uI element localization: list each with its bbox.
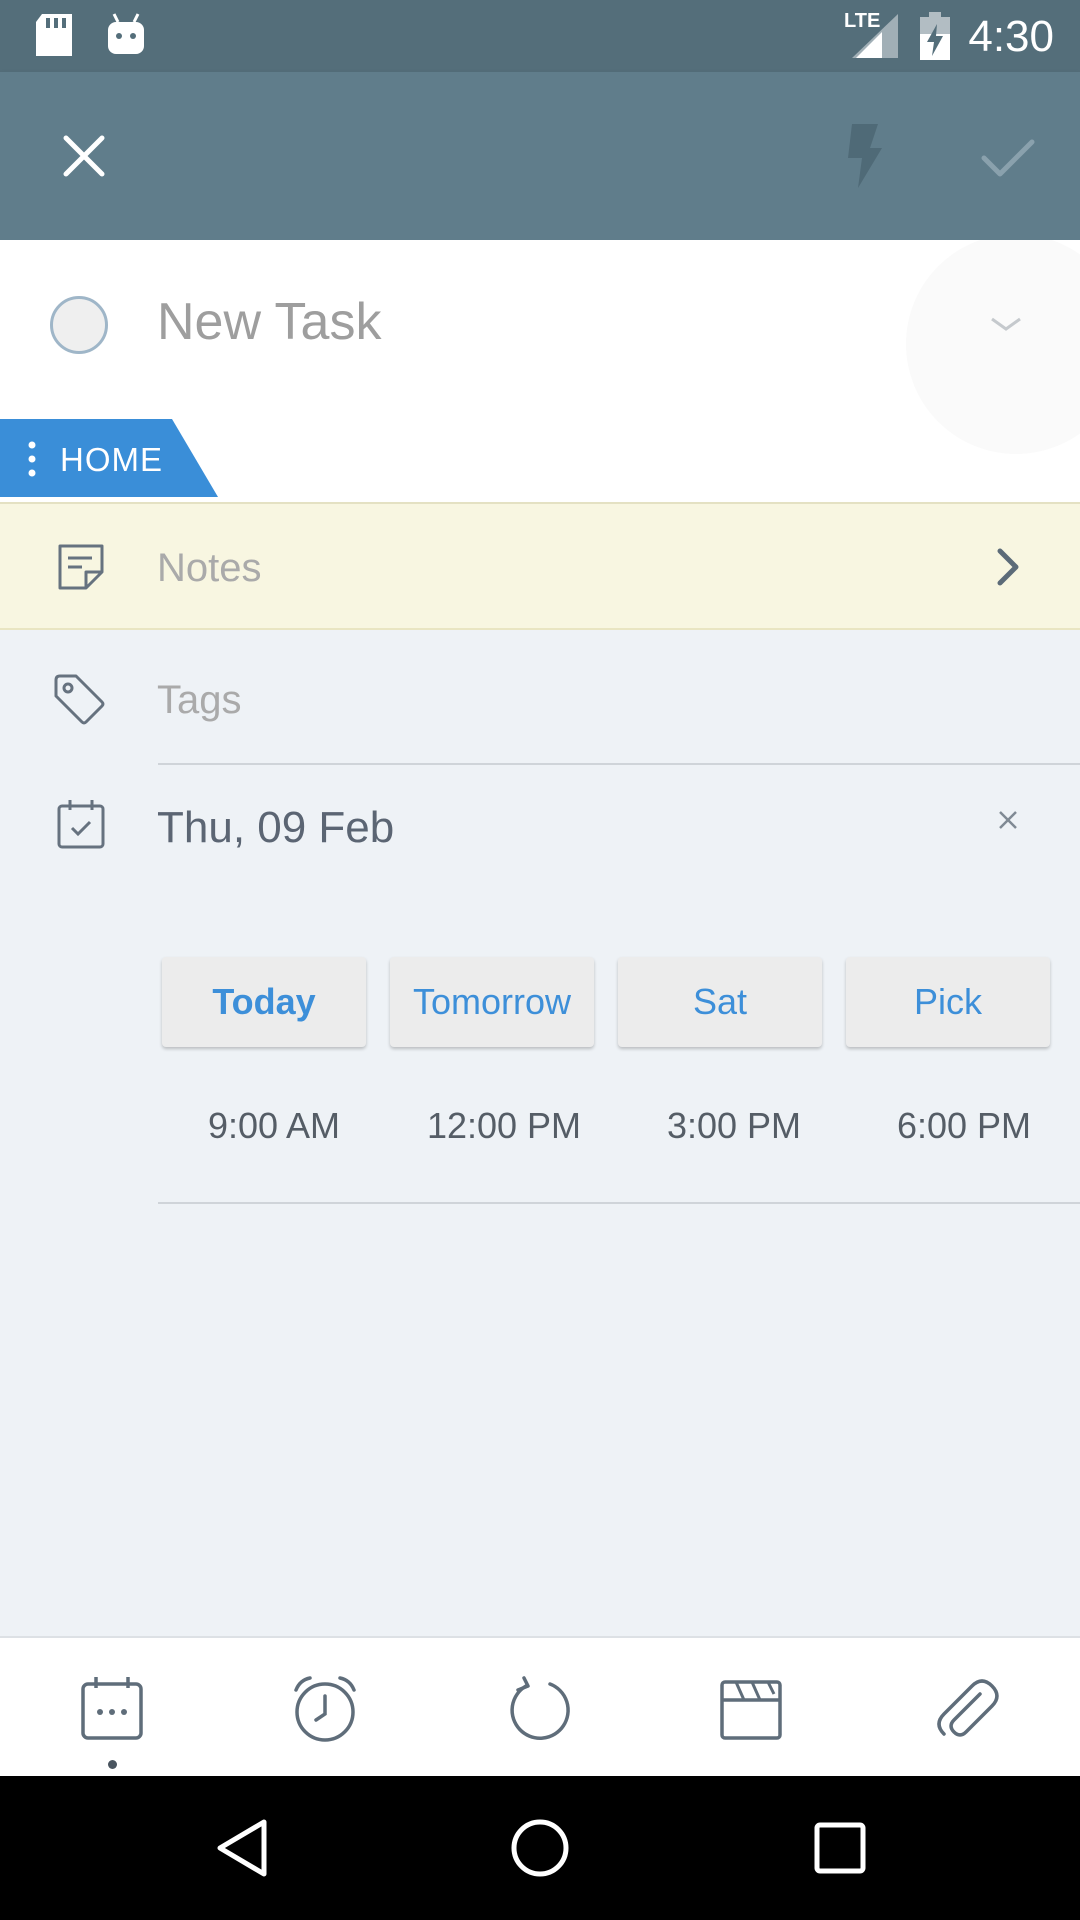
quick-date-sat-button[interactable]: Sat (618, 957, 822, 1047)
recents-icon[interactable] (814, 1822, 866, 1874)
quick-date-today-button[interactable]: Today (162, 957, 366, 1047)
flash-icon[interactable] (844, 124, 884, 188)
tags-input[interactable]: Tags (157, 678, 242, 723)
quick-time-9am[interactable]: 9:00 AM (174, 1105, 374, 1147)
sd-card-icon (36, 14, 72, 56)
tags-divider (158, 763, 1080, 765)
app-bar (0, 72, 1080, 240)
clear-date-icon[interactable] (998, 810, 1018, 830)
tag-icon (54, 674, 105, 725)
task-header: New Task HOME (0, 240, 1080, 502)
quick-time-12pm[interactable]: 12:00 PM (404, 1105, 604, 1147)
android-icon (108, 13, 144, 54)
chevron-down-icon[interactable] (990, 316, 1022, 332)
due-date-label[interactable]: Thu, 09 Feb (157, 803, 394, 853)
task-complete-checkbox[interactable] (50, 296, 108, 354)
calendar-icon[interactable] (78, 1674, 148, 1744)
expand-ripple (906, 240, 1080, 454)
more-vert-icon[interactable] (28, 441, 36, 477)
list-tag[interactable]: HOME (0, 419, 220, 497)
task-title-input[interactable]: New Task (157, 292, 381, 352)
calendar-check-icon (57, 800, 105, 849)
project-icon[interactable] (716, 1674, 786, 1744)
list-tag-label: HOME (60, 441, 163, 478)
quick-date-pick-button[interactable]: Pick (846, 957, 1050, 1047)
status-bar: LTE 4:30 (0, 0, 1080, 72)
selected-tool-indicator (108, 1760, 117, 1769)
quick-time-6pm[interactable]: 6:00 PM (864, 1105, 1064, 1147)
alarm-icon[interactable] (290, 1674, 360, 1744)
system-nav-bar (0, 1776, 1080, 1920)
quick-date-tomorrow-button[interactable]: Tomorrow (390, 957, 594, 1047)
close-icon[interactable] (62, 134, 106, 178)
note-icon (58, 544, 104, 590)
chevron-right-icon[interactable] (996, 548, 1020, 586)
repeat-icon[interactable] (504, 1674, 574, 1744)
notes-placeholder: Notes (157, 546, 262, 590)
quick-time-3pm[interactable]: 3:00 PM (634, 1105, 834, 1147)
date-divider (158, 1202, 1080, 1204)
attachment-icon[interactable] (930, 1674, 1000, 1744)
notes-row[interactable]: Notes (0, 502, 1080, 630)
status-time: 4:30 (968, 12, 1054, 61)
battery-charging-icon (920, 12, 950, 60)
bottom-toolbar (0, 1636, 1080, 1776)
checkmark-icon[interactable] (980, 136, 1036, 180)
back-icon[interactable] (214, 1818, 270, 1878)
home-icon[interactable] (510, 1818, 570, 1878)
lte-signal-icon (852, 14, 898, 58)
